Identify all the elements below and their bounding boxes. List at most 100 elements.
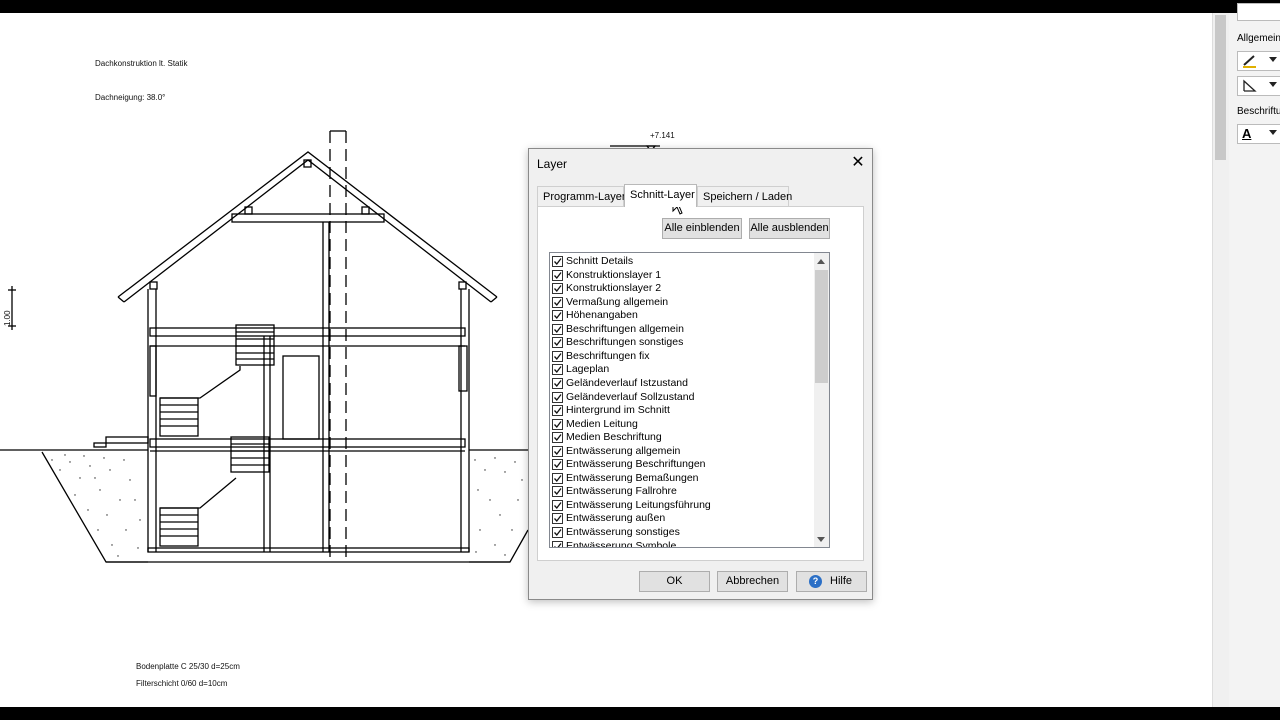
elevation-mark: +7.141 — [650, 131, 675, 140]
layer-checkbox[interactable] — [552, 445, 563, 457]
chevron-down-icon — [1269, 82, 1277, 87]
layer-checkbox[interactable] — [552, 459, 563, 471]
scroll-down-icon[interactable] — [817, 537, 825, 542]
ok-button[interactable]: OK — [639, 571, 710, 592]
layer-checkbox[interactable] — [552, 269, 563, 281]
checkmark-icon — [554, 285, 562, 293]
layer-checkbox[interactable] — [552, 472, 563, 484]
layer-label: Beschriftungen allgemein — [566, 322, 684, 335]
layer-label: Höhenangaben — [566, 309, 638, 322]
layer-checkbox[interactable] — [552, 513, 563, 525]
layer-label: Medien Beschriftung — [566, 431, 662, 444]
layer-label: Beschriftungen fix — [566, 349, 650, 362]
checkmark-icon — [554, 529, 562, 537]
note-filter-layer: Filterschicht 0/60 d=10cm — [136, 679, 228, 688]
checkmark-icon — [554, 447, 562, 455]
layer-checkbox[interactable] — [552, 527, 563, 538]
checkmark-icon — [554, 366, 562, 374]
cancel-button[interactable]: Abbrechen — [717, 571, 788, 592]
layer-checkbox[interactable] — [552, 540, 563, 547]
checkmark-icon — [554, 271, 562, 279]
layer-label: Entwässerung Bemaßungen — [566, 471, 699, 484]
chevron-down-icon — [1269, 130, 1277, 135]
layer-label: Vermaßung allgemein — [566, 295, 669, 308]
dimension-label: 1.00 — [3, 310, 12, 326]
checkmark-icon — [554, 298, 562, 306]
checkmark-icon — [554, 488, 562, 496]
note-roof-pitch: Dachneigung: 38.0° — [95, 93, 166, 102]
layer-label: Schnitt Details — [566, 255, 634, 267]
show-all-button[interactable]: Alle einblenden — [662, 218, 742, 239]
dialog-title: Layer — [537, 157, 568, 171]
layer-checkbox[interactable] — [552, 418, 563, 430]
layer-label: Entwässerung Beschriftungen — [566, 458, 706, 471]
list-scrollbar[interactable] — [814, 253, 829, 547]
line-style-icon — [1242, 78, 1258, 97]
tab-schnitt-layer[interactable]: Schnitt-Layer — [624, 184, 697, 207]
help-button-label: Hilfe — [830, 575, 853, 587]
layer-checkbox[interactable] — [552, 350, 563, 362]
layer-label: Entwässerung Leitungsführung — [566, 498, 711, 511]
layer-checkbox[interactable] — [552, 377, 563, 389]
list-scrollbar-thumb[interactable] — [815, 270, 828, 383]
layer-label: Konstruktionslayer 2 — [566, 282, 662, 295]
layer-checkbox[interactable] — [552, 486, 563, 498]
layer-checkbox[interactable] — [552, 391, 563, 403]
top-black-bar — [0, 0, 1280, 13]
layer-checkbox[interactable] — [552, 283, 563, 295]
checkmark-icon — [554, 474, 562, 482]
layer-label: Entwässerung Fallrohre — [566, 485, 677, 498]
layer-checkbox[interactable] — [552, 364, 563, 376]
text-format-icon: A — [1242, 126, 1252, 141]
text-style-button[interactable]: A — [1237, 124, 1280, 144]
close-icon[interactable]: ✕ — [849, 154, 867, 172]
layer-checkbox[interactable] — [552, 432, 563, 444]
layer-label: Lageplan — [566, 363, 610, 376]
tab-speichern-laden[interactable]: Speichern / Laden — [697, 186, 792, 206]
chevron-down-icon — [1269, 57, 1277, 62]
layer-label: Medien Leitung — [566, 417, 638, 430]
layer-label: Hintergrund im Schnitt — [566, 404, 670, 417]
checkmark-icon — [554, 325, 562, 333]
checkmark-icon — [554, 461, 562, 469]
tab-programm-layer[interactable]: Programm-Layer — [537, 186, 626, 206]
scrollbar-thumb[interactable] — [1215, 15, 1226, 160]
checkmark-icon — [554, 352, 562, 360]
layer-dialog: Layer ✕ Programm-Layer Schnitt-Layer Spe… — [528, 148, 873, 600]
layer-checkbox[interactable] — [552, 499, 563, 511]
layer-label: Geländeverlauf Istzustand — [566, 376, 688, 389]
checkmark-icon — [554, 393, 562, 401]
note-roof-construction: Dachkonstruktion lt. Statik — [95, 59, 188, 68]
layer-checkbox[interactable] — [552, 323, 563, 335]
checkmark-icon — [554, 312, 562, 320]
checkmark-icon — [554, 434, 562, 442]
checkmark-icon — [554, 542, 562, 547]
scroll-up-icon[interactable] — [817, 259, 825, 264]
line-type-button[interactable] — [1237, 76, 1280, 96]
properties-palette: Allgemein Beschriftu A — [1229, 3, 1280, 707]
help-button[interactable]: ? Hilfe — [796, 571, 867, 592]
canvas-vertical-scrollbar[interactable] — [1212, 13, 1229, 707]
layer-checkbox[interactable] — [552, 405, 563, 417]
checkmark-icon — [554, 515, 562, 523]
layer-label: Entwässerung allgemein — [566, 444, 681, 457]
layer-checkbox[interactable] — [552, 256, 563, 267]
checkmark-icon — [554, 420, 562, 428]
layer-label: Beschriftungen sonstiges — [566, 336, 684, 349]
layer-checkbox[interactable] — [552, 310, 563, 322]
layer-checkbox[interactable] — [552, 337, 563, 349]
palette-top-button[interactable] — [1237, 3, 1280, 21]
layer-label: Konstruktionslayer 1 — [566, 268, 662, 281]
layer-label: Entwässerung sonstiges — [566, 526, 680, 538]
layer-label: Entwässerung Symbole — [566, 539, 677, 548]
checkmark-icon — [554, 380, 562, 387]
layer-list[interactable]: Schnitt Details Konstruktionslayer 1 Konst… — [549, 252, 830, 548]
checkmark-icon — [554, 258, 562, 266]
palette-label-general: Allgemein — [1237, 33, 1280, 44]
bottom-black-bar — [0, 707, 1280, 720]
checkmark-icon — [554, 407, 562, 415]
hide-all-button[interactable]: Alle ausblenden — [749, 218, 830, 239]
pen-color-button[interactable] — [1237, 51, 1280, 71]
layer-checkbox[interactable] — [552, 296, 563, 308]
note-floor-slab: Bodenplatte C 25/30 d=25cm — [136, 662, 240, 671]
